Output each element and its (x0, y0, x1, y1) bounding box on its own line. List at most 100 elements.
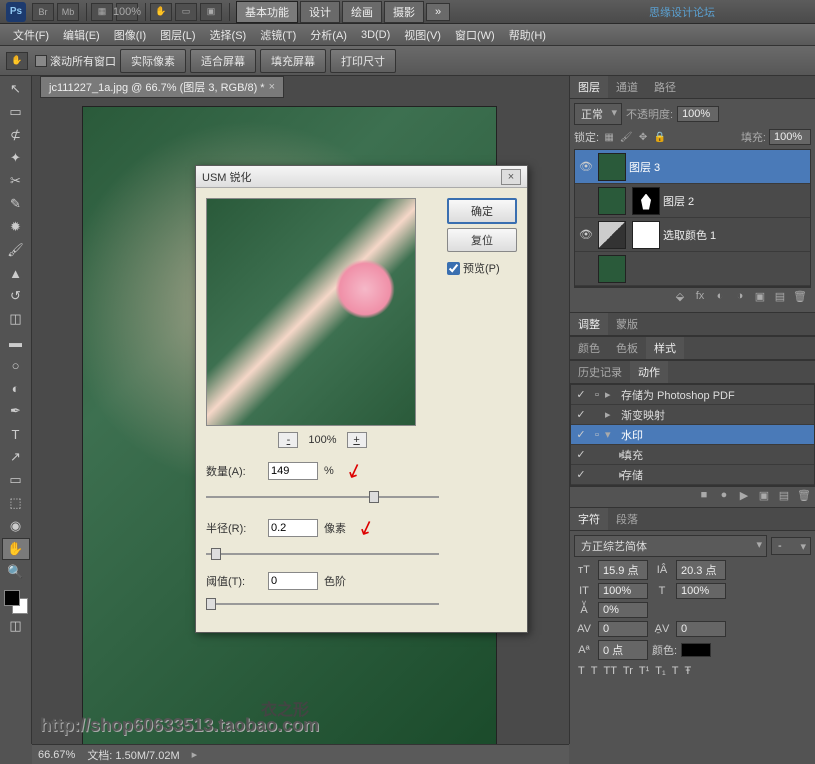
opacity-input[interactable]: 100% (677, 106, 719, 122)
visibility-icon[interactable]: 👁 (577, 160, 595, 173)
threshold-input[interactable] (268, 572, 318, 590)
workspace-essentials[interactable]: 基本功能 (236, 1, 298, 23)
action-row[interactable]: ✓▫▾水印 (571, 425, 814, 445)
actual-pixels-button[interactable]: 实际像素 (120, 49, 186, 73)
hand-icon[interactable]: ✋ (150, 3, 172, 21)
heal-tool-icon[interactable]: ✹ (2, 216, 30, 238)
tab-color[interactable]: 颜色 (570, 337, 608, 359)
gradient-tool-icon[interactable]: ▬ (2, 331, 30, 353)
stop-icon[interactable]: ■ (695, 489, 713, 505)
3d-camera-icon[interactable]: ◉ (2, 515, 30, 537)
record-icon[interactable]: ● (715, 489, 733, 505)
text-color-swatch[interactable] (681, 643, 711, 657)
vscale-input[interactable]: 100% (598, 583, 648, 599)
kern2-input[interactable]: 0 (676, 621, 726, 637)
trash-icon[interactable]: 🗑 (791, 290, 809, 306)
crop-tool-icon[interactable]: ✂ (2, 170, 30, 192)
blend-mode-dropdown[interactable]: 正常 (574, 103, 622, 125)
fit-screen-button[interactable]: 适合屏幕 (190, 49, 256, 73)
tab-character[interactable]: 字符 (570, 508, 608, 530)
folder-icon[interactable]: ▣ (755, 489, 773, 505)
tab-actions[interactable]: 动作 (630, 361, 668, 383)
ok-button[interactable]: 确定 (447, 198, 517, 224)
doc-size-status[interactable]: 文档: 1.50M/7.02M (87, 747, 179, 763)
tab-paths[interactable]: 路径 (646, 76, 684, 98)
new-layer-icon[interactable]: ▤ (771, 290, 789, 306)
hand-tool-icon[interactable]: ✋ (2, 538, 30, 560)
fill-screen-button[interactable]: 填充屏幕 (260, 49, 326, 73)
bridge-icon[interactable]: Br (32, 3, 54, 21)
tool-preset-icon[interactable]: ✋ (6, 52, 28, 70)
layer-thumbnail[interactable] (598, 153, 626, 181)
reset-button[interactable]: 复位 (447, 228, 517, 252)
move-tool-icon[interactable]: ↖ (2, 78, 30, 100)
lock-position-icon[interactable]: ✥ (636, 130, 650, 144)
quickmask-icon[interactable]: ◫ (2, 615, 30, 637)
menu-layer[interactable]: 图层(L) (153, 25, 202, 45)
layer-row[interactable]: 👁 图层 3 (575, 150, 810, 184)
eraser-tool-icon[interactable]: ◫ (2, 308, 30, 330)
fill-input[interactable]: 100% (769, 129, 811, 145)
allcaps-button[interactable]: TT (603, 665, 616, 677)
brush-tool-icon[interactable]: 🖌 (2, 239, 30, 261)
faux-bold-button[interactable]: T (578, 665, 585, 677)
font-style-dropdown[interactable]: - (771, 537, 811, 555)
baseline-input[interactable]: 0 点 (598, 640, 648, 660)
visibility-icon[interactable]: 👁 (577, 228, 595, 241)
play-icon[interactable]: ▶ (735, 489, 753, 505)
action-row[interactable]: ✓▸存储 (571, 465, 814, 485)
mask-icon[interactable]: ◐ (711, 290, 729, 306)
mask-thumbnail[interactable] (632, 221, 660, 249)
tab-swatches[interactable]: 色板 (608, 337, 646, 359)
menu-select[interactable]: 选择(S) (203, 25, 254, 45)
layer-thumbnail[interactable] (598, 255, 626, 283)
tracking-input[interactable]: 0% (598, 602, 648, 618)
menu-view[interactable]: 视图(V) (397, 25, 448, 45)
path-tool-icon[interactable]: ↗ (2, 446, 30, 468)
adjustment-thumbnail[interactable] (598, 221, 626, 249)
3d-tool-icon[interactable]: ⬚ (2, 492, 30, 514)
zoom-status[interactable]: 66.67% (38, 749, 75, 761)
tab-styles[interactable]: 样式 (646, 337, 684, 359)
font-size-input[interactable]: 15.9 点 (598, 560, 648, 580)
menu-image[interactable]: 图像(I) (107, 25, 153, 45)
link-icon[interactable]: ⬙ (671, 290, 689, 306)
pen-tool-icon[interactable]: ✒ (2, 400, 30, 422)
faux-italic-button[interactable]: T (591, 665, 598, 677)
lock-pixels-icon[interactable]: 🖌 (619, 130, 633, 144)
menu-edit[interactable]: 编辑(E) (56, 25, 107, 45)
leading-input[interactable]: 20.3 点 (676, 560, 726, 580)
tab-paragraph[interactable]: 段落 (608, 508, 646, 530)
menu-3d[interactable]: 3D(D) (354, 27, 397, 43)
lock-all-icon[interactable]: 🔒 (653, 130, 667, 144)
menu-analysis[interactable]: 分析(A) (303, 25, 354, 45)
layer-row[interactable]: 👁 选取颜色 1 (575, 218, 810, 252)
blur-tool-icon[interactable]: ○ (2, 354, 30, 376)
action-row[interactable]: ✓▸填充 (571, 445, 814, 465)
radius-input[interactable] (268, 519, 318, 537)
mask-thumbnail[interactable] (632, 187, 660, 215)
subscript-button[interactable]: T₁ (655, 665, 665, 677)
trash-icon[interactable]: 🗑 (795, 489, 813, 505)
zoom-in-button[interactable]: + (347, 432, 367, 448)
zoom-dropdown[interactable]: 100% (116, 3, 138, 21)
shape-tool-icon[interactable]: ▭ (2, 469, 30, 491)
zoom-tool-icon[interactable]: 🔍 (2, 561, 30, 583)
amount-input[interactable] (268, 462, 318, 480)
tab-adjustments[interactable]: 调整 (570, 313, 608, 335)
smallcaps-button[interactable]: Tr (623, 665, 633, 677)
document-tab[interactable]: jc111227_1a.jpg @ 66.7% (图层 3, RGB/8) *× (40, 76, 284, 98)
workspace-painting[interactable]: 绘画 (342, 1, 382, 23)
underline-button[interactable]: T (672, 665, 679, 677)
hscale-input[interactable]: 100% (676, 583, 726, 599)
action-row[interactable]: ✓▫▸存储为 Photoshop PDF (571, 385, 814, 405)
marquee-tool-icon[interactable]: ▭ (2, 101, 30, 123)
lock-transparent-icon[interactable]: ▦ (602, 130, 616, 144)
workspace-design[interactable]: 设计 (300, 1, 340, 23)
menu-filter[interactable]: 滤镜(T) (253, 25, 303, 45)
adjustment-icon[interactable]: ◑ (731, 290, 749, 306)
folder-icon[interactable]: ▣ (751, 290, 769, 306)
lasso-tool-icon[interactable]: ⊄ (2, 124, 30, 146)
eyedropper-tool-icon[interactable]: ✎ (2, 193, 30, 215)
tab-masks[interactable]: 蒙版 (608, 313, 646, 335)
